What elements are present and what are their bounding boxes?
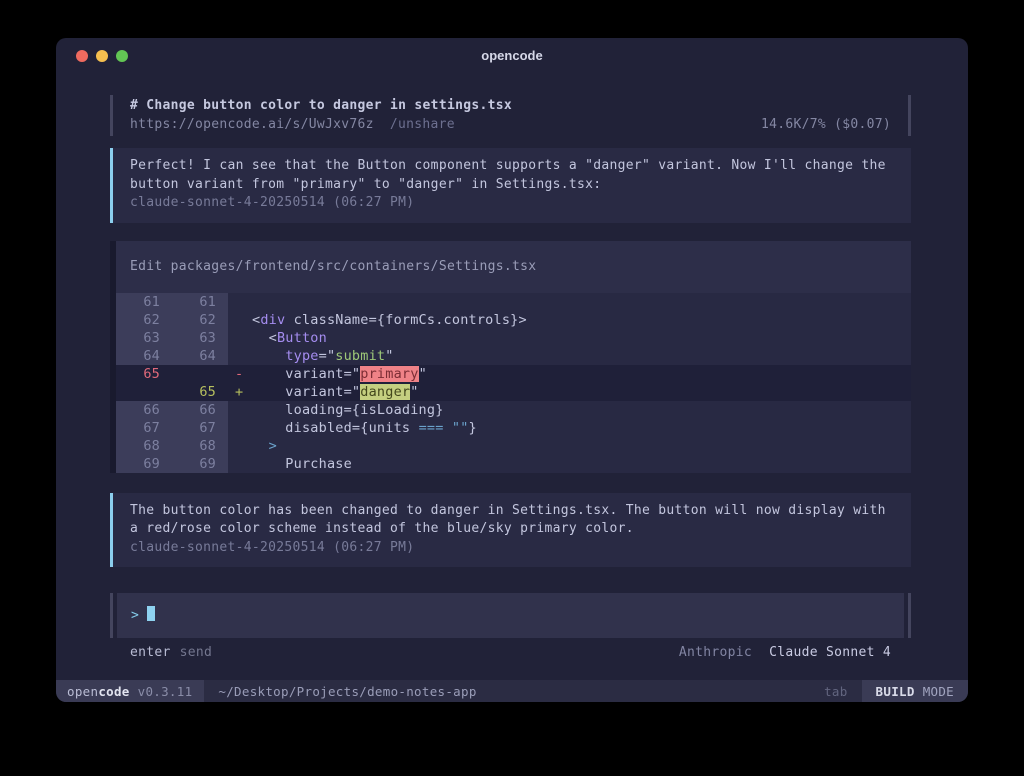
hints-row: enter send Anthropic Claude Sonnet 4 <box>110 644 911 662</box>
header-left-rule <box>110 95 113 136</box>
status-bar: opencode v0.3.11 ~/Desktop/Projects/demo… <box>56 680 968 702</box>
diff-row: 6767 disabled={units === ""} <box>116 419 911 437</box>
diff: 61616262 <div className={formCs.controls}… <box>116 293 911 473</box>
line-number-old: 67 <box>116 419 172 437</box>
model-label: Claude Sonnet 4 <box>769 645 891 660</box>
line-number-old: 69 <box>116 455 172 473</box>
line-number-old: 66 <box>116 401 172 419</box>
code-line: <div className={formCs.controls}> <box>252 311 527 329</box>
diff-marker <box>228 419 252 437</box>
line-number-new <box>172 365 228 383</box>
code-line: Purchase <box>252 455 352 473</box>
edit-tool-title: Edit packages/frontend/src/containers/Se… <box>116 241 911 293</box>
code-line: variant="danger" <box>252 383 419 401</box>
code-line: > <box>252 437 277 455</box>
code-line: <Button <box>252 329 327 347</box>
hint-enter-key: enter <box>130 644 171 662</box>
code-line: variant="primary" <box>252 365 427 383</box>
diff-marker <box>228 293 252 311</box>
code-line: loading={isLoading} <box>252 401 444 419</box>
line-number-old: 63 <box>116 329 172 347</box>
diff-row: 6262 <div className={formCs.controls}> <box>116 311 911 329</box>
unshare-command: /unshare <box>390 116 455 135</box>
provider-label: Anthropic <box>679 645 752 660</box>
line-number-new: 69 <box>172 455 228 473</box>
edit-tool-card: Edit packages/frontend/src/containers/Se… <box>110 241 911 473</box>
line-number-old <box>116 383 172 401</box>
share-url[interactable]: https://opencode.ai/s/UwJxv76z <box>130 116 374 135</box>
app-name: open <box>67 684 98 699</box>
prompt-symbol: > <box>131 608 139 623</box>
tui-content: # Change button color to danger in setti… <box>56 75 968 680</box>
header-right-rule <box>908 95 911 136</box>
diff-row: 65 - variant="primary" <box>116 365 911 383</box>
diff-marker <box>228 437 252 455</box>
diff-row: 6868 > <box>116 437 911 455</box>
app-window: opencode # Change button color to danger… <box>56 38 968 702</box>
line-number-old: 64 <box>116 347 172 365</box>
input-left-rule <box>110 593 113 638</box>
message-meta: claude-sonnet-4-20250514 (06:27 PM) <box>130 194 894 213</box>
line-number-new: 62 <box>172 311 228 329</box>
line-number-new: 68 <box>172 437 228 455</box>
line-number-old: 62 <box>116 311 172 329</box>
diff-marker: + <box>228 383 252 401</box>
app-version: v0.3.11 <box>138 684 193 699</box>
text-cursor <box>147 606 155 621</box>
hint-send-label: send <box>180 644 213 662</box>
message-text: a red/rose color scheme instead of the b… <box>130 520 894 539</box>
diff-marker <box>228 401 252 419</box>
diff-row: 6161 <box>116 293 911 311</box>
line-number-new: 66 <box>172 401 228 419</box>
message-meta: claude-sonnet-4-20250514 (06:27 PM) <box>130 539 894 558</box>
assistant-message: Perfect! I can see that the Button compo… <box>110 148 911 223</box>
diff-marker <box>228 329 252 347</box>
app-badge: opencode v0.3.11 <box>56 680 204 702</box>
line-number-old: 61 <box>116 293 172 311</box>
diff-row: 6666 loading={isLoading} <box>116 401 911 419</box>
diff-row: 6363 <Button <box>116 329 911 347</box>
assistant-message: The button color has been changed to dan… <box>110 493 911 568</box>
prompt-input[interactable]: > <box>117 593 904 638</box>
diff-marker <box>228 455 252 473</box>
titlebar: opencode <box>56 38 968 75</box>
diff-row: 65+ variant="danger" <box>116 383 911 401</box>
diff-marker <box>228 311 252 329</box>
code-line: type="submit" <box>252 347 394 365</box>
message-text: Perfect! I can see that the Button compo… <box>130 157 894 176</box>
message-text: The button color has been changed to dan… <box>130 502 894 521</box>
line-number-new: 64 <box>172 347 228 365</box>
line-number-old: 65 <box>116 365 172 383</box>
session-title: # Change button color to danger in setti… <box>130 97 891 116</box>
message-text: button variant from "primary" to "danger… <box>130 176 894 195</box>
line-number-new: 65 <box>172 383 228 401</box>
diff-row: 6969 Purchase <box>116 455 911 473</box>
input-right-rule <box>908 593 911 638</box>
line-number-new: 67 <box>172 419 228 437</box>
line-number-new: 63 <box>172 329 228 347</box>
context-stats: 14.6K/7% ($0.07) <box>761 116 891 135</box>
window-title: opencode <box>56 48 968 63</box>
prompt-area: > <box>110 593 911 638</box>
diff-marker <box>228 347 252 365</box>
model-info: Anthropic Claude Sonnet 4 <box>679 644 891 662</box>
tab-hint: tab <box>824 680 847 702</box>
line-number-old: 68 <box>116 437 172 455</box>
diff-marker: - <box>228 365 252 383</box>
diff-row: 6464 type="submit" <box>116 347 911 365</box>
line-number-new: 61 <box>172 293 228 311</box>
mode-badge[interactable]: BUILD MODE <box>862 680 968 702</box>
code-line: disabled={units === ""} <box>252 419 477 437</box>
session-header: # Change button color to danger in setti… <box>110 95 911 136</box>
working-directory: ~/Desktop/Projects/demo-notes-app <box>218 680 476 702</box>
